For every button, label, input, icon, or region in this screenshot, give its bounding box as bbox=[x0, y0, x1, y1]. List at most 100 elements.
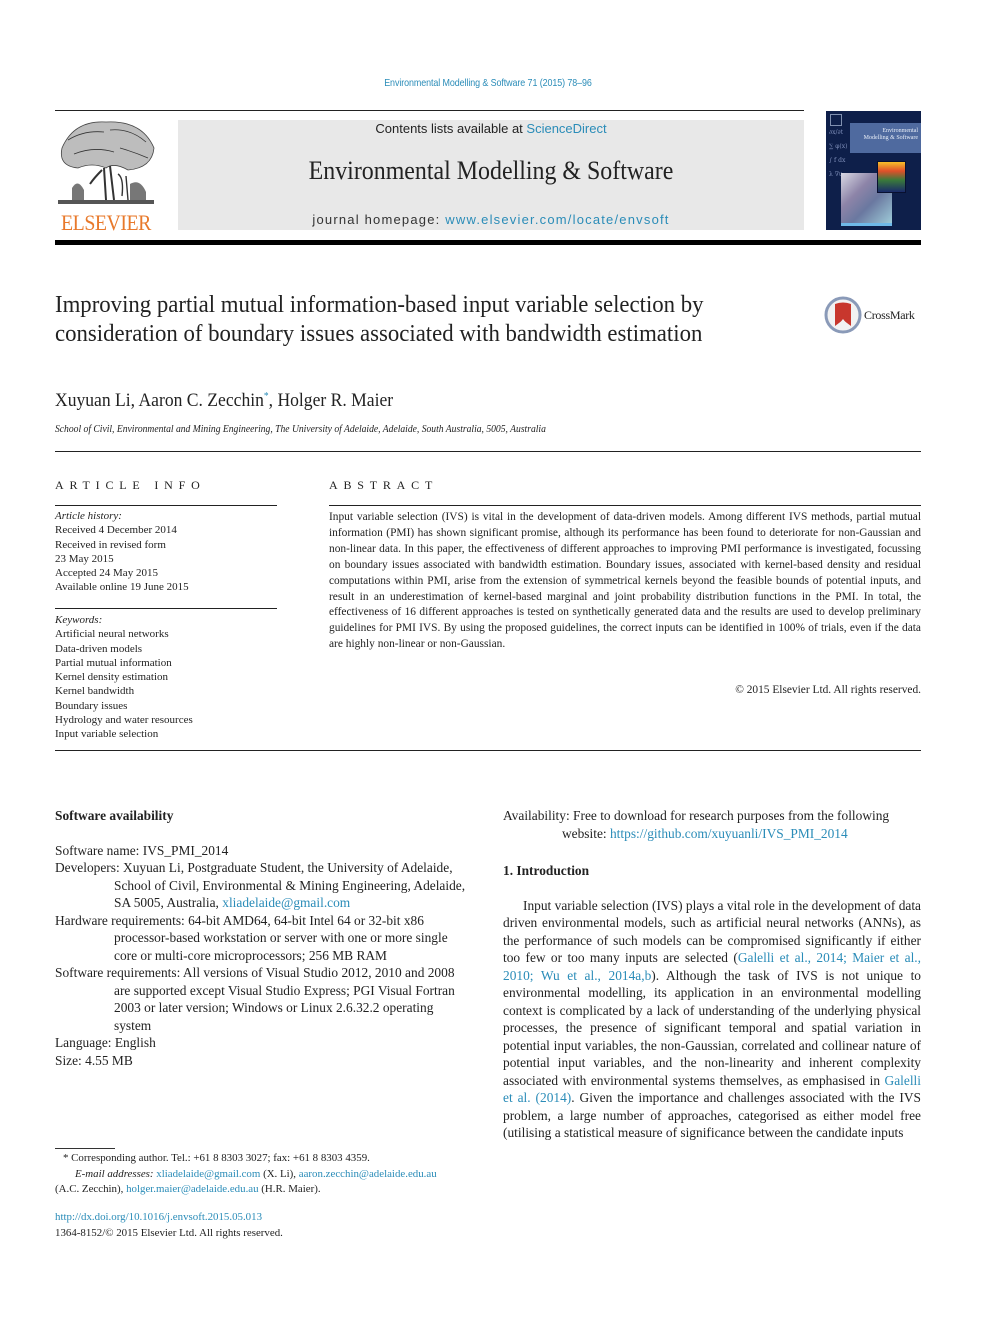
software-availability-section: Software availability Software name: IVS… bbox=[55, 807, 473, 1069]
entry-label: Software requirements: bbox=[55, 965, 183, 980]
author-separator: , bbox=[268, 391, 278, 412]
keyword-item: Boundary issues bbox=[55, 699, 128, 712]
entry-label: Size: bbox=[55, 1052, 86, 1068]
history-item: Received 4 December 2014 bbox=[55, 524, 177, 537]
entry-label: Language: bbox=[55, 1035, 115, 1050]
journal-reference[interactable]: Environmental Modelling & Software 71 (2… bbox=[73, 77, 903, 89]
abstract-heading: ABSTRACT bbox=[329, 478, 439, 492]
software-requirements-entry: Software requirements: All versions of V… bbox=[55, 964, 473, 1034]
entry-value: 4.55 MB bbox=[85, 1052, 133, 1068]
crossmark-icon bbox=[824, 296, 862, 334]
email-owner: (H.R. Maier). bbox=[258, 1183, 321, 1195]
keyword-item: Hydrology and water resources bbox=[55, 714, 193, 727]
author-separator: , bbox=[130, 391, 139, 412]
paper-title: Improving partial mutual information-bas… bbox=[55, 291, 704, 347]
email-link[interactable]: aaron.zecchin@adelaide.edu.au bbox=[299, 1168, 437, 1180]
homepage-link[interactable]: www.elsevier.com/locate/envsoft bbox=[445, 212, 669, 227]
elsevier-logo[interactable]: ELSEVIER bbox=[54, 118, 158, 236]
cover-title: Environmental Modelling & Software bbox=[850, 128, 921, 142]
keywords-list: Keywords: Artificial neural networks Dat… bbox=[55, 613, 285, 742]
developer-email-link[interactable]: xliadelaide@gmail.com bbox=[222, 895, 350, 910]
section-divider bbox=[55, 451, 921, 452]
keyword-item: Data-driven models bbox=[55, 642, 143, 655]
elsevier-tree-icon bbox=[58, 121, 155, 204]
affiliation: School of Civil, Environmental and Minin… bbox=[55, 424, 546, 435]
entry-label: Developers: bbox=[55, 860, 124, 875]
hardware-entry: Hardware requirements: 64-bit AMD64, 64-… bbox=[55, 912, 473, 965]
entry-value: English bbox=[114, 1035, 156, 1050]
developers-entry: Developers: Xuyuan Li, Postgraduate Stud… bbox=[55, 859, 473, 912]
elsevier-wordmark: ELSEVIER bbox=[61, 210, 151, 235]
homepage-line: journal homepage: www.elsevier.com/locat… bbox=[178, 212, 804, 227]
history-item: 23 May 2015 bbox=[55, 552, 114, 565]
crossmark-label: CrossMark bbox=[864, 308, 915, 322]
cover-equation-decoration: ∫ f dx bbox=[829, 157, 846, 164]
section-divider bbox=[55, 750, 921, 751]
article-history-label: Article history: bbox=[55, 510, 122, 522]
author-list: Xuyuan Li, Aaron C. Zecchin*, Holger R. … bbox=[55, 391, 393, 412]
journal-banner: Contents lists available at ScienceDirec… bbox=[178, 120, 804, 230]
paragraph-text: ). Although the task of IVS is not uniqu… bbox=[503, 967, 921, 1088]
software-availability-heading: Software availability bbox=[55, 808, 174, 823]
cover-title-line1: Environmental bbox=[882, 128, 918, 134]
language-entry: Language: English bbox=[55, 1034, 473, 1052]
abstract-rule bbox=[329, 505, 921, 506]
github-link[interactable]: https://github.com/xuyuanli/IVS_PMI_2014 bbox=[610, 826, 848, 841]
abstract-text: Input variable selection (IVS) is vital … bbox=[329, 511, 921, 651]
history-item: Accepted 24 May 2015 bbox=[55, 567, 158, 580]
keywords-label: Keywords: bbox=[55, 614, 103, 626]
entry-label: Hardware requirements: bbox=[55, 912, 189, 928]
cover-elsevier-icon bbox=[830, 114, 842, 126]
software-name-entry: Software name: IVS_PMI_2014 bbox=[55, 842, 473, 860]
entry-label: Software name: bbox=[55, 842, 143, 858]
article-history: Article history: Received 4 December 201… bbox=[55, 509, 285, 595]
sciencedirect-link[interactable]: ScienceDirect bbox=[526, 121, 606, 136]
history-item: Received in revised form bbox=[55, 538, 166, 551]
contents-line: Contents lists available at ScienceDirec… bbox=[178, 121, 804, 136]
entry-value: IVS_PMI_2014 bbox=[142, 842, 229, 858]
footnote: * Corresponding author. Tel.: +61 8 8303… bbox=[55, 1151, 485, 1198]
size-entry: Size: 4.55 MB bbox=[55, 1052, 473, 1070]
cover-equation-decoration: ∑ φ(x) bbox=[829, 143, 848, 150]
homepage-prefix: journal homepage: bbox=[312, 212, 446, 227]
introduction-heading: 1. Introduction bbox=[503, 863, 590, 878]
cover-equation-decoration: ∂x/∂t bbox=[829, 129, 844, 136]
right-column: Availability: Free to download for resea… bbox=[503, 807, 921, 1142]
crossmark-button[interactable]: CrossMark bbox=[824, 296, 924, 336]
issn-line: 1364-8152/© 2015 Elsevier Ltd. All right… bbox=[55, 1226, 283, 1239]
keyword-item: Partial mutual information bbox=[55, 656, 172, 669]
article-info-heading: ARTICLE INFO bbox=[55, 478, 206, 492]
cover-blue-strip bbox=[841, 223, 892, 226]
journal-cover-image[interactable]: Environmental Modelling & Software ∂x/∂t… bbox=[826, 111, 921, 230]
email-link[interactable]: holger.maier@adelaide.edu.au bbox=[126, 1183, 259, 1195]
email-owner: (A.C. Zecchin), bbox=[55, 1183, 127, 1195]
email-addresses: E-mail addresses: xliadelaide@gmail.com … bbox=[55, 1167, 485, 1198]
cover-title-box: Environmental Modelling & Software bbox=[850, 123, 921, 153]
entry-label: Availability: bbox=[503, 808, 574, 823]
journal-title: Environmental Modelling & Software bbox=[308, 156, 674, 185]
keyword-item: Kernel density estimation bbox=[55, 671, 169, 684]
author-name[interactable]: Aaron C. Zecchin bbox=[138, 391, 263, 411]
header-top-rule bbox=[55, 110, 804, 111]
abstract-copyright: © 2015 Elsevier Ltd. All rights reserved… bbox=[735, 684, 921, 696]
corresponding-author-note: * Corresponding author. Tel.: +61 8 8303… bbox=[63, 1152, 370, 1164]
email-link[interactable]: xliadelaide@gmail.com bbox=[156, 1168, 260, 1180]
author-name[interactable]: Holger R. Maier bbox=[277, 391, 393, 411]
author-name[interactable]: Xuyuan Li bbox=[55, 391, 131, 411]
article-info-rule bbox=[55, 505, 277, 506]
header-thick-rule bbox=[55, 240, 921, 245]
introduction-paragraph: Input variable selection (IVS) plays a v… bbox=[503, 897, 921, 1142]
email-label: E-mail addresses: bbox=[75, 1167, 157, 1180]
contents-prefix: Contents lists available at bbox=[375, 121, 527, 136]
doi-link[interactable]: http://dx.doi.org/10.1016/j.envsoft.2015… bbox=[55, 1211, 262, 1223]
keyword-item: Kernel bandwidth bbox=[55, 685, 135, 698]
cover-title-line2: Modelling & Software bbox=[863, 135, 918, 141]
doi-block: http://dx.doi.org/10.1016/j.envsoft.2015… bbox=[55, 1210, 283, 1241]
history-item: Available online 19 June 2015 bbox=[55, 581, 189, 594]
keyword-item: Artificial neural networks bbox=[55, 628, 169, 641]
availability-entry: Availability: Free to download for resea… bbox=[503, 807, 921, 842]
footnote-rule bbox=[55, 1148, 115, 1149]
cover-3d-plot-image bbox=[877, 161, 906, 193]
email-owner: (X. Li), bbox=[260, 1167, 299, 1180]
article-info-rule bbox=[55, 608, 277, 609]
